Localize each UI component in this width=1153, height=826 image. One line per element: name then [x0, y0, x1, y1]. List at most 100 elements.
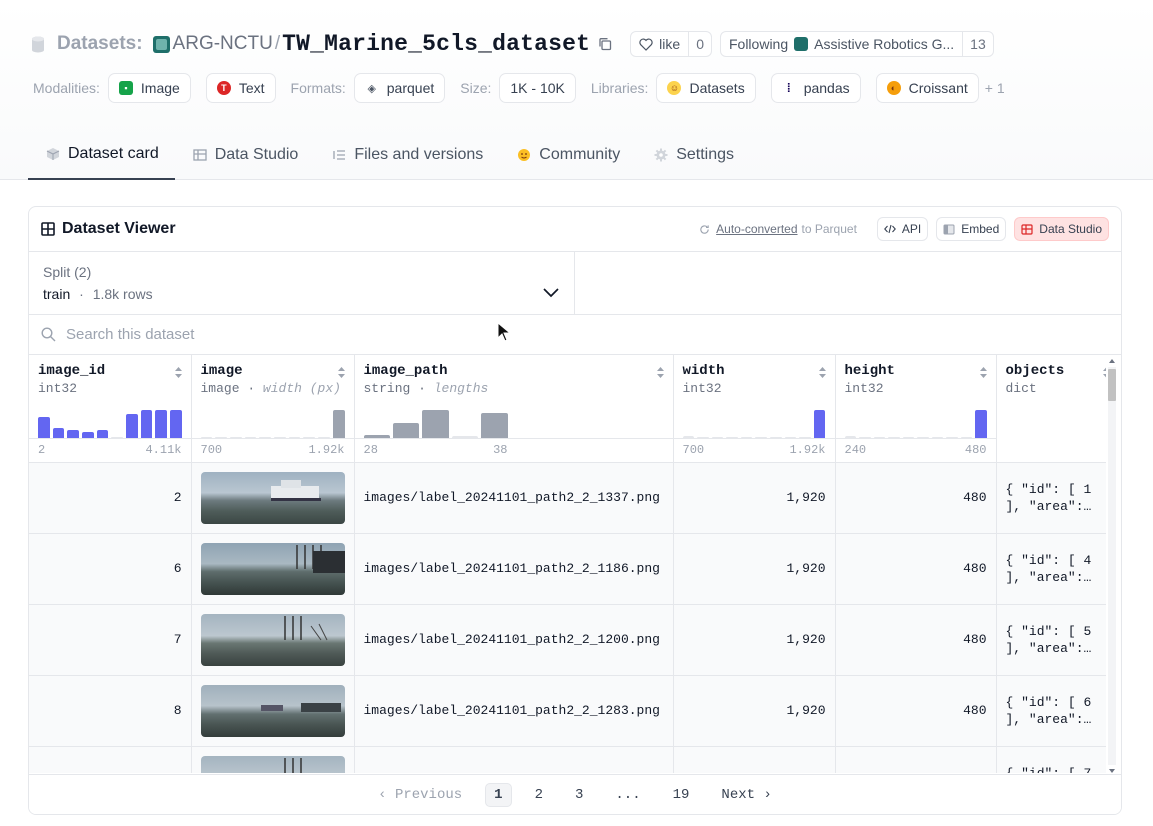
col-name: objects — [1005, 363, 1065, 379]
next-page-button[interactable]: Next › — [712, 783, 780, 807]
repo-header: Datasets: ARG-NCTU / TW_Marine_5cls_data… — [0, 0, 1153, 180]
histogram-bar[interactable] — [169, 410, 182, 438]
histogram-bar[interactable] — [975, 410, 987, 438]
tab-community[interactable]: Community — [499, 130, 636, 180]
cell-image-path: images/label_20241101_path2_2_1337.png — [354, 462, 674, 534]
format-parquet-tag[interactable]: ◈ parquet — [353, 73, 446, 103]
histogram-bar[interactable] — [67, 429, 79, 438]
modality-image-tag[interactable]: ▪ Image — [107, 73, 191, 103]
col-header-height[interactable]: height int32 240 480 — [835, 355, 997, 463]
table-icon — [193, 149, 207, 161]
hist-max: 1.92k — [308, 443, 345, 457]
col-header-image-id[interactable]: image_id int32 2 4.11k — [29, 355, 192, 463]
table-scrollbar[interactable] — [1106, 357, 1118, 775]
search-input[interactable] — [66, 326, 466, 343]
table-row[interactable]: 7 images/label_20241101_path2_2_1200.png… — [29, 604, 1106, 676]
table-row[interactable]: 6 images/label_20241101_path2_2_1186.png… — [29, 533, 1106, 605]
col-type: int32 — [38, 381, 78, 396]
objects-line-1: { "id": [ 5 — [1005, 623, 1092, 639]
page-3-button[interactable]: 3 — [566, 783, 592, 807]
col-header-objects[interactable]: objects dict — [996, 355, 1106, 463]
tab-settings-label: Settings — [676, 146, 734, 163]
cell-height: 480 — [835, 675, 997, 747]
modality-text-tag[interactable]: T Text — [205, 73, 276, 103]
col-type: image · width (px) — [200, 381, 341, 396]
sort-icon[interactable] — [656, 366, 665, 379]
size-tag[interactable]: 1K - 10K — [499, 73, 576, 103]
datasets-crumb[interactable]: Datasets: — [57, 33, 143, 55]
histogram-bar[interactable] — [813, 410, 826, 438]
api-button[interactable]: API — [876, 217, 929, 241]
library-pandas-tag[interactable]: ⁞ pandas — [770, 73, 861, 103]
hist-max: 480 — [964, 443, 987, 457]
tab-files[interactable]: Files and versions — [314, 130, 499, 180]
scrollbar-thumb[interactable] — [1108, 369, 1116, 401]
dataset-viewer: Dataset Viewer Auto-converted to Parquet… — [28, 206, 1122, 815]
auto-converted-link[interactable]: Auto-converted — [716, 222, 797, 236]
tab-dataset-card[interactable]: Dataset card — [28, 130, 175, 180]
cell-image[interactable] — [191, 533, 355, 605]
histogram-bar[interactable] — [155, 410, 167, 438]
following-button[interactable]: Following Assistive Robotics G... 13 — [719, 31, 994, 57]
cell-image[interactable] — [191, 604, 355, 676]
following-org-avatar — [794, 37, 809, 51]
page-2-button[interactable]: 2 — [526, 783, 552, 807]
histogram-bar[interactable] — [140, 410, 153, 438]
like-count: 0 — [688, 32, 711, 56]
following-count: 13 — [962, 32, 993, 56]
modalities-label: Modalities: — [33, 80, 100, 96]
hist-max: 38 — [493, 443, 508, 457]
table-row[interactable]: { "id": [ 7 — [29, 746, 1106, 773]
col-header-image[interactable]: image image · width (px) 700 1.92k — [191, 355, 355, 463]
image-thumbnail — [200, 471, 345, 524]
sort-icon[interactable] — [174, 366, 183, 379]
histogram-bar[interactable] — [96, 430, 109, 438]
histogram-bar[interactable] — [422, 410, 449, 438]
formats-label: Formats: — [290, 80, 346, 96]
refresh-icon — [700, 224, 709, 234]
split-selector[interactable]: Split (2) train · 1.8k rows — [29, 252, 575, 314]
data-studio-button[interactable]: Data Studio — [1014, 217, 1109, 241]
search-icon — [41, 327, 56, 342]
embed-button[interactable]: Embed — [936, 217, 1007, 241]
table-row[interactable]: 2 images/label_20241101_path2_2_1337.png… — [29, 462, 1106, 534]
library-croissant-tag[interactable]: ◐ Croissant — [875, 73, 979, 103]
histogram-bar[interactable] — [38, 417, 50, 438]
cell-image[interactable] — [191, 675, 355, 747]
histogram-bar[interactable] — [332, 410, 345, 438]
tab-settings[interactable]: Settings — [636, 130, 750, 180]
tab-data-studio[interactable]: Data Studio — [175, 130, 315, 180]
cell-height: 480 — [835, 604, 997, 676]
histogram-bar[interactable] — [392, 422, 420, 438]
scroll-up-icon[interactable] — [1106, 357, 1118, 365]
page-19-button[interactable]: 19 — [664, 783, 699, 807]
parquet-icon: ◈ — [367, 82, 376, 95]
histogram-bar[interactable] — [125, 414, 138, 438]
repo-name[interactable]: TW_Marine_5cls_dataset — [282, 31, 590, 57]
cell-image[interactable] — [191, 462, 355, 534]
cell-width: 1,920 — [673, 604, 836, 676]
sort-icon[interactable] — [818, 366, 827, 379]
histogram-bar[interactable] — [52, 428, 65, 438]
previous-page-button[interactable]: ‹ Previous — [369, 783, 471, 807]
col-header-image-path[interactable]: image_path string · lengths 28 38 — [354, 355, 674, 463]
sort-icon[interactable] — [337, 366, 346, 379]
library-datasets-tag[interactable]: ☺ Datasets — [656, 73, 756, 103]
hug-icon — [518, 149, 531, 161]
objects-line-2: ], "area":… — [1005, 640, 1092, 656]
more-libraries[interactable]: + 1 — [985, 80, 1005, 96]
page-1-button[interactable]: 1 — [485, 782, 512, 807]
chevron-down-icon — [543, 288, 559, 298]
copy-icon[interactable] — [598, 37, 612, 51]
col-header-width[interactable]: width int32 700 1.92k — [673, 355, 836, 463]
following-org: Assistive Robotics G... — [814, 36, 955, 52]
histogram-bar[interactable] — [481, 413, 508, 438]
table-row[interactable]: 8 images/label_20241101_path2_2_1283.png… — [29, 675, 1106, 747]
cell-image[interactable] — [191, 746, 355, 773]
org-link[interactable]: ARG-NCTU — [173, 33, 273, 55]
code-icon — [883, 224, 896, 234]
mouse-cursor-icon — [497, 322, 511, 342]
like-button[interactable]: like 0 — [630, 31, 712, 57]
repo-tabs: Dataset card Data Studio Files and versi… — [28, 130, 750, 180]
sort-icon[interactable] — [979, 366, 988, 379]
